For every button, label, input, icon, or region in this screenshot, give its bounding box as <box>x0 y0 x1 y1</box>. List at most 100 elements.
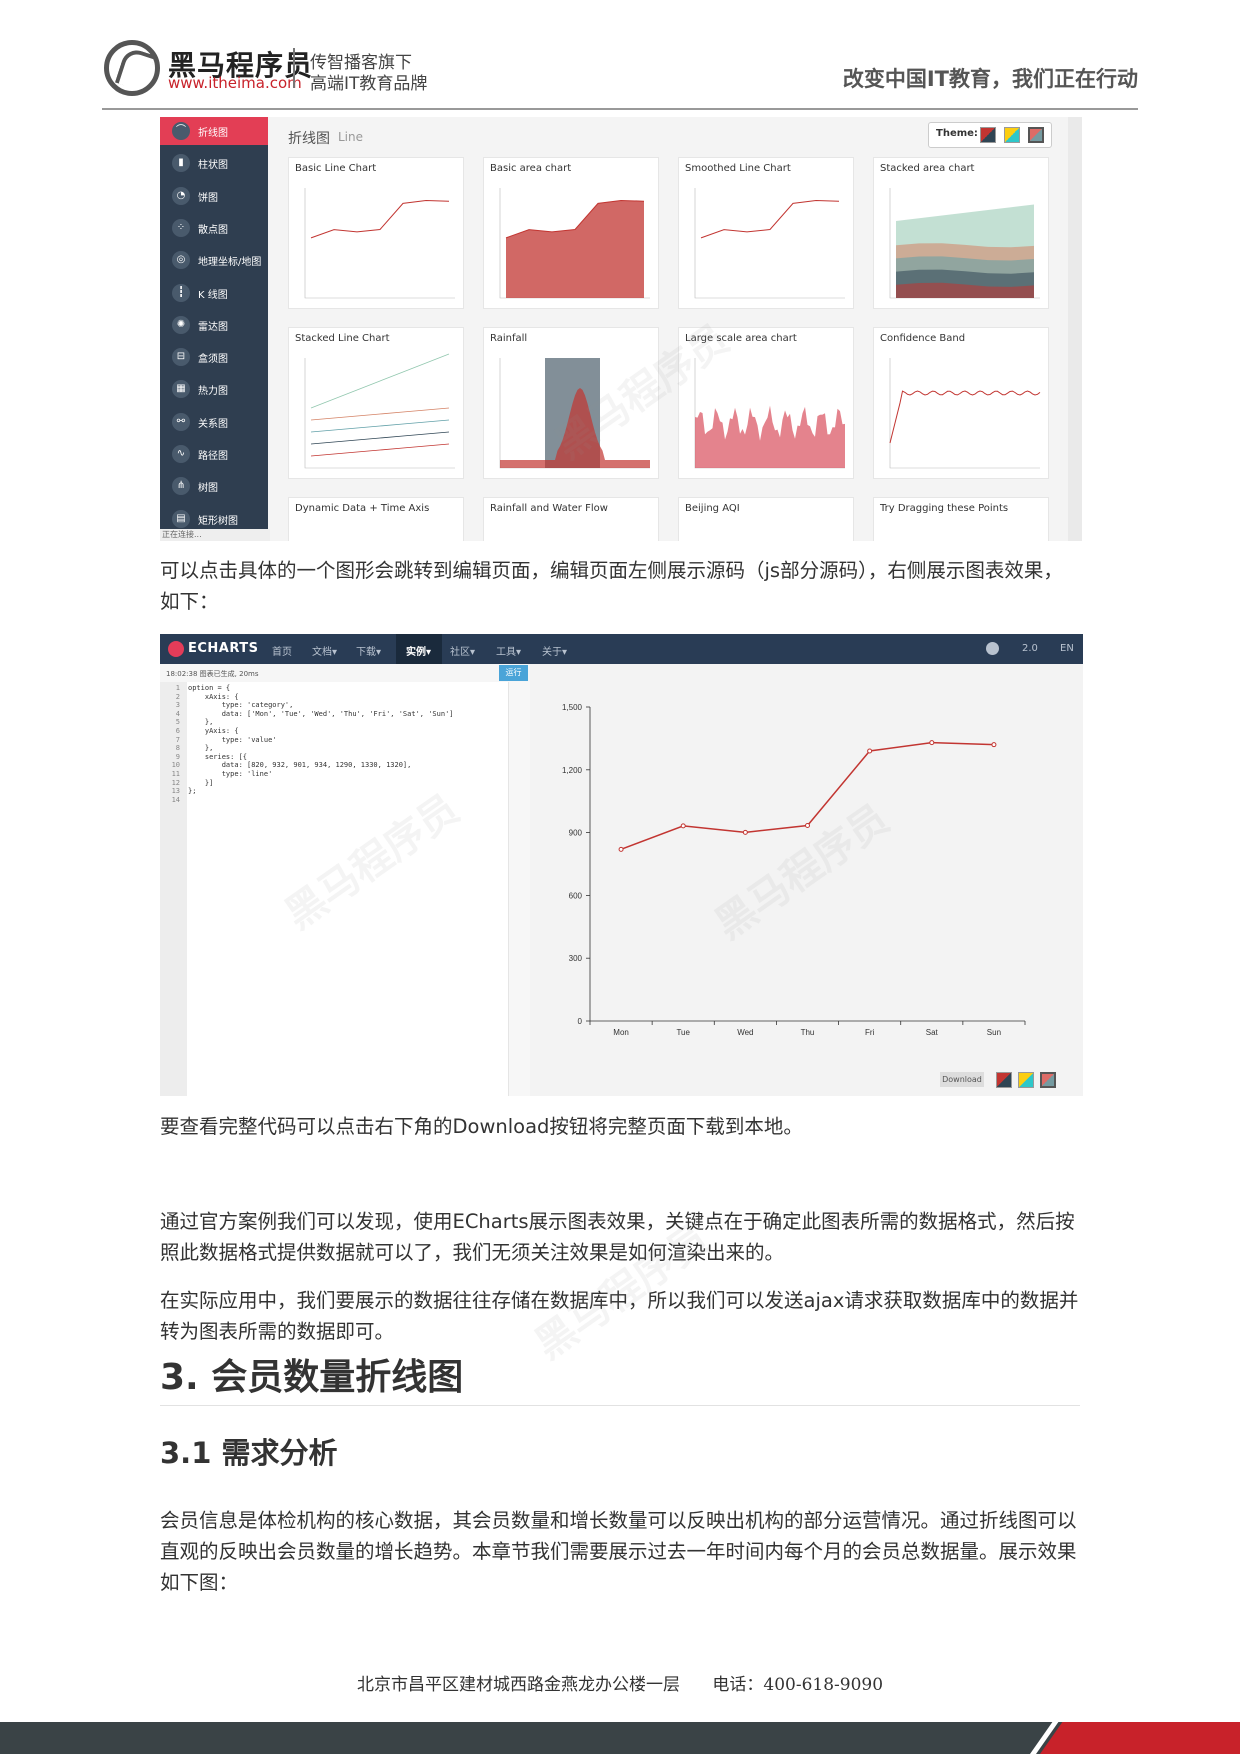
gallery-title-en: Line <box>338 130 364 144</box>
code-line: 4 data: ['Mon', 'Tue', 'Wed', 'Thu', 'Fr… <box>164 710 454 719</box>
theme-label: Theme: <box>936 128 978 139</box>
code-line: 2 xAxis: { <box>164 693 239 702</box>
example-card[interactable]: Basic Line Chart <box>288 157 464 309</box>
sidebar-item-graph[interactable]: ⚯ 关系图 <box>160 408 268 436</box>
nav-language[interactable]: EN <box>1060 643 1074 654</box>
run-button[interactable]: 运行 <box>499 665 528 681</box>
paragraph-editor-intro: 可以点击具体的一个图形会跳转到编辑页面，编辑页面左侧展示源码（js部分源码），右… <box>160 559 1063 613</box>
example-card[interactable]: Rainfall and Water Flow <box>483 497 659 541</box>
brand-divider <box>293 48 295 88</box>
line-number: 10 <box>171 761 180 770</box>
example-card[interactable]: Basic area chart <box>483 157 659 309</box>
nav-item[interactable]: 工具▾ <box>496 643 521 658</box>
sidebar-item-label: 盒须图 <box>198 354 228 366</box>
download-button[interactable]: Download <box>940 1072 984 1087</box>
scatter-icon: ⁘ <box>172 218 190 237</box>
sidebar-item-scatter[interactable]: ⁘ 散点图 <box>160 214 268 242</box>
line-number: 14 <box>171 795 180 804</box>
lines-icon: ∿ <box>172 445 190 463</box>
nav-item[interactable]: 实例▾ <box>406 643 431 658</box>
sidebar-item-label: 折线图 <box>198 128 228 139</box>
footer-phone: 电话：400-618-9090 <box>712 1675 884 1695</box>
editor-theme-swatch-dark[interactable] <box>1040 1072 1056 1088</box>
editor-navbar <box>160 634 1083 664</box>
candlestick-icon: ┇ <box>172 283 190 302</box>
example-card[interactable]: Stacked Line Chart <box>288 327 464 479</box>
map-icon: ◎ <box>172 251 190 270</box>
heading-divider <box>160 1405 1080 1406</box>
code-text: type: 'category', <box>188 701 294 710</box>
paragraph-requirements: 会员信息是体检机构的核心数据，其会员数量和增长数量可以反映出机构的部分运营情况。… <box>160 1509 1077 1594</box>
editor-theme-swatch-light[interactable] <box>1018 1072 1034 1088</box>
example-card[interactable]: Try Dragging these Points <box>873 497 1049 541</box>
example-card[interactable]: Smoothed Line Chart <box>678 157 854 309</box>
nav-item[interactable]: 关于▾ <box>542 643 567 658</box>
theme-swatch-light[interactable] <box>1004 127 1020 143</box>
sidebar-item-label: 散点图 <box>198 224 228 236</box>
example-card-title: Beijing AQI <box>685 503 740 514</box>
gallery-scrollbar[interactable] <box>1068 117 1082 541</box>
bar-chart-icon: ▮ <box>172 154 190 173</box>
line-number: 5 <box>175 718 180 727</box>
x-tick-label: Mon <box>613 1028 629 1037</box>
sidebar-item-label: 关系图 <box>198 418 228 430</box>
sidebar-item-radar[interactable]: ✺ 雷达图 <box>160 311 268 339</box>
section-heading: 3. 会员数量折线图 <box>160 1357 464 1398</box>
heatmap-icon: ▦ <box>172 380 190 399</box>
example-card-title: Stacked Line Chart <box>295 333 390 344</box>
sidebar-item-heatmap[interactable]: ▦ 热力图 <box>160 375 268 403</box>
nav-item[interactable]: 首页 <box>272 643 292 658</box>
sidebar-item-label: 矩形树图 <box>198 515 238 527</box>
x-tick-label: Tue <box>676 1028 690 1037</box>
theme-swatch-default[interactable] <box>980 127 996 143</box>
sidebar-item-label: 饼图 <box>198 192 218 204</box>
sidebar-item-candlestick[interactable]: ┇ K 线图 <box>160 279 268 307</box>
sidebar-item-map[interactable]: ◎ 地理坐标/地图 <box>160 246 268 274</box>
sidebar-item-label: 热力图 <box>198 386 228 398</box>
code-text: yAxis: { <box>188 727 239 735</box>
sidebar-item-lines[interactable]: ∿ 路径图 <box>160 440 268 468</box>
nav-item[interactable]: 下载▾ <box>356 643 381 658</box>
example-card[interactable]: Dynamic Data + Time Axis <box>288 497 464 541</box>
example-card-title: Confidence Band <box>880 333 966 344</box>
nav-item[interactable]: 文档▾ <box>312 643 337 658</box>
example-card-title: Basic Line Chart <box>295 163 377 174</box>
code-text: type: 'line' <box>188 770 273 778</box>
y-tick-label: 1,200 <box>562 766 583 775</box>
y-tick-label: 1,500 <box>562 703 583 712</box>
sidebar-item-line-chart[interactable]: ⌒ 折线图 <box>160 117 268 145</box>
sidebar-item-bar-chart[interactable]: ▮ 柱状图 <box>160 149 268 177</box>
editor-theme-swatch-default[interactable] <box>996 1072 1012 1088</box>
line-number: 2 <box>175 692 180 701</box>
example-card[interactable]: Confidence Band <box>873 327 1049 479</box>
nav-item[interactable]: 社区▾ <box>450 643 475 658</box>
example-thumbnail <box>889 358 1041 469</box>
sidebar-item-label: 地理坐标/地图 <box>198 257 262 269</box>
x-tick-label: Thu <box>801 1028 815 1037</box>
example-card[interactable]: Beijing AQI <box>678 497 854 541</box>
code-line: 10 data: [820, 932, 901, 934, 1290, 1330… <box>164 761 412 770</box>
tree-icon: ⋔ <box>172 477 190 496</box>
sidebar-item-tree[interactable]: ⋔ 树图 <box>160 472 268 500</box>
theme-swatch-dark[interactable] <box>1028 127 1044 143</box>
echarts-logo-text: ECHARTS <box>188 641 259 656</box>
code-line: 6 yAxis: { <box>164 727 239 736</box>
sidebar-item-label: 柱状图 <box>198 160 228 172</box>
line-number: 7 <box>175 735 180 744</box>
x-tick-label: Sun <box>987 1028 1001 1037</box>
footer-contact: 北京市昌平区建材城西路金燕龙办公楼一层 电话：400-618-9090 <box>0 1670 1240 1695</box>
nav-version[interactable]: 2.0 <box>1022 643 1038 654</box>
header-motto: 改变中国IT教育，我们正在行动 <box>842 67 1138 91</box>
code-text: xAxis: { <box>188 692 239 701</box>
example-card[interactable]: Stacked area chart <box>873 157 1049 309</box>
page-header: 黑马程序员 www.itheima.com 传智播客旗下 高端IT教育品牌 改变… <box>0 0 1240 110</box>
example-card-title: Basic area chart <box>490 163 572 174</box>
github-icon[interactable] <box>986 642 999 655</box>
sidebar-item-boxplot[interactable]: ⊟ 盒须图 <box>160 343 268 371</box>
line-number: 8 <box>175 744 180 753</box>
subsection-heading: 3.1 需求分析 <box>160 1436 338 1470</box>
sidebar-item-pie-chart[interactable]: ◔ 饼图 <box>160 182 268 210</box>
gallery-status: 正在连接... <box>160 529 270 541</box>
y-tick-label: 300 <box>569 954 583 963</box>
example-card-title: Dynamic Data + Time Axis <box>295 503 430 514</box>
